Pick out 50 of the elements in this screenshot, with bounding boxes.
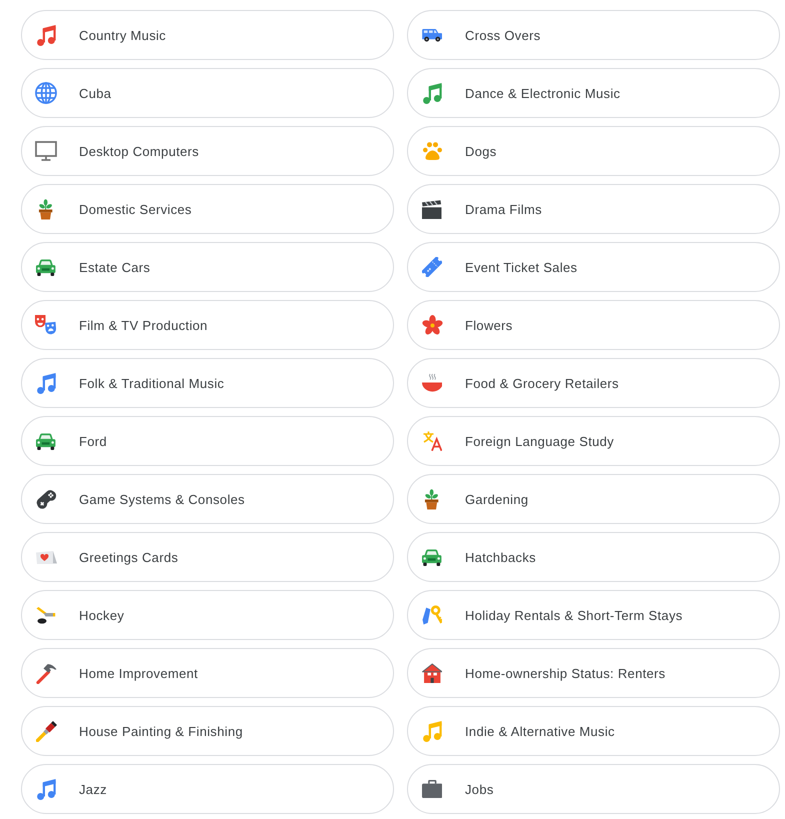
category-chip[interactable]: Gardening (407, 474, 780, 524)
potted-plant-icon (38, 198, 54, 220)
paintbrush-icon (36, 720, 56, 742)
category-chip[interactable]: Home-ownership Status: Renters (407, 648, 780, 698)
category-chip[interactable]: Jazz (21, 764, 394, 814)
category-chip[interactable]: Hockey (21, 590, 394, 640)
category-chip[interactable]: Country Music (21, 10, 394, 60)
car-icon (422, 548, 442, 566)
category-chip[interactable]: Cuba (21, 68, 394, 118)
van-icon (422, 28, 442, 42)
car-icon (36, 258, 56, 276)
category-chip[interactable]: Desktop Computers (21, 126, 394, 176)
ticket-icon (422, 257, 442, 277)
clapperboard-icon (422, 200, 442, 218)
hammer-icon (36, 662, 56, 684)
steaming-bowl-icon (422, 373, 442, 393)
category-chip[interactable]: Event Ticket Sales (407, 242, 780, 292)
category-chip[interactable]: Dance & Electronic Music (407, 68, 780, 118)
category-chip[interactable]: Indie & Alternative Music (407, 706, 780, 756)
monitor-icon (35, 141, 57, 161)
category-chip[interactable]: Holiday Rentals & Short-Term Stays (407, 590, 780, 640)
category-chip[interactable]: Film & TV Production (21, 300, 394, 350)
category-chip[interactable]: Flowers (407, 300, 780, 350)
hockey-stick-icon (36, 606, 56, 624)
key-and-tag-icon (422, 605, 442, 625)
potted-plant-icon (424, 488, 440, 510)
category-chip[interactable]: Hatchbacks (407, 532, 780, 582)
category-chip[interactable]: Food & Grocery Retailers (407, 358, 780, 408)
category-chip[interactable]: Dogs (407, 126, 780, 176)
briefcase-icon (422, 780, 442, 798)
translate-icon (422, 431, 442, 451)
car-icon (36, 432, 56, 450)
category-chip[interactable]: Home Improvement (21, 648, 394, 698)
category-chip[interactable]: Game Systems & Consoles (21, 474, 394, 524)
category-chip[interactable]: Foreign Language Study (407, 416, 780, 466)
category-chip[interactable]: Cross Overs (407, 10, 780, 60)
category-chip[interactable]: Folk & Traditional Music (21, 358, 394, 408)
globe-icon (35, 82, 57, 104)
category-chip[interactable]: Jobs (407, 764, 780, 814)
paw-icon (422, 142, 442, 160)
house-icon (422, 663, 442, 683)
category-chip[interactable]: Domestic Services (21, 184, 394, 234)
category-chip[interactable]: Drama Films (407, 184, 780, 234)
category-chip[interactable]: Greetings Cards (21, 532, 394, 582)
category-chip[interactable]: House Painting & Finishing (21, 706, 394, 756)
flower-icon (422, 314, 442, 336)
theater-masks-icon (35, 315, 57, 335)
category-chip[interactable]: Estate Cars (21, 242, 394, 292)
category-chip[interactable]: Ford (21, 416, 394, 466)
greeting-card-icon (36, 550, 56, 564)
